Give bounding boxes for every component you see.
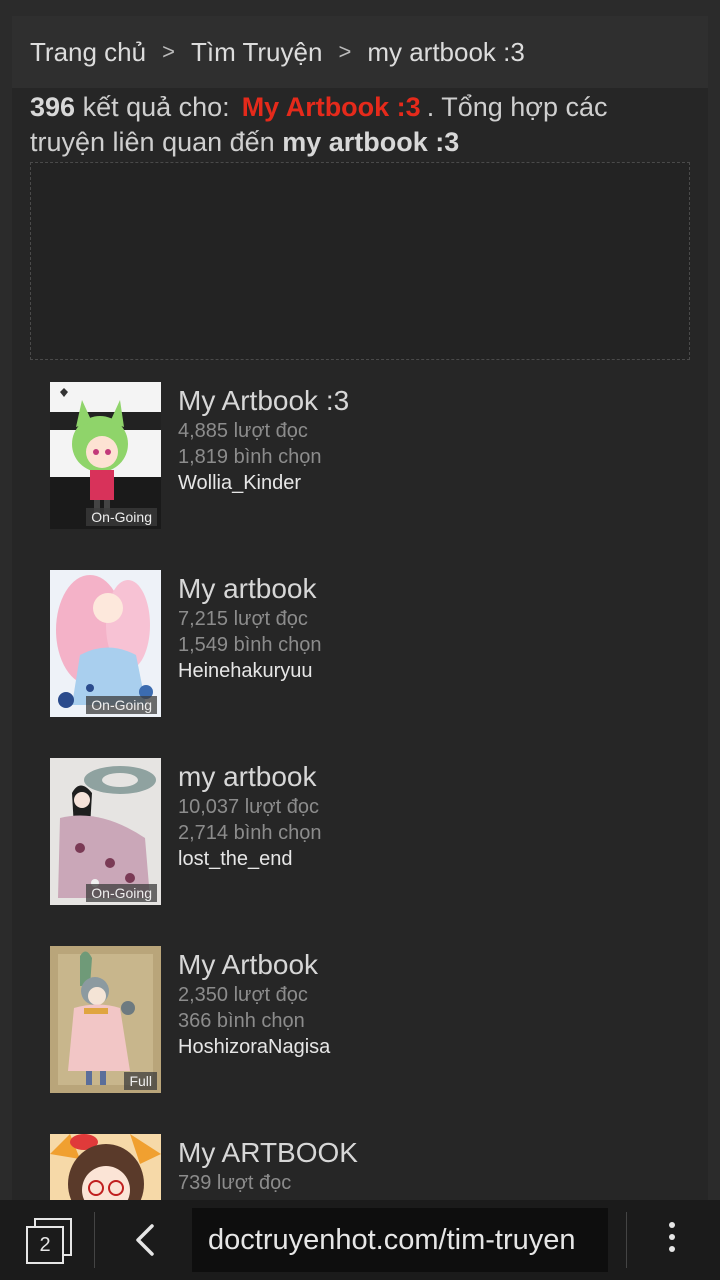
breadcrumb-separator: > (338, 39, 352, 64)
story-author[interactable]: Wollia_Kinder (178, 470, 349, 496)
story-author[interactable]: HoshizoraNagisa (178, 1034, 330, 1060)
more-vert-icon[interactable] (660, 1222, 684, 1258)
browser-toolbar: 2 doctruyenhot.com/tim-truyen (0, 1200, 720, 1280)
story-info: My Artbook 2,350 lượt đọc 366 bình chọn … (178, 946, 330, 1134)
story-cover[interactable]: On-Going (50, 570, 161, 717)
status-badge: On-Going (86, 508, 157, 526)
story-title[interactable]: my artbook (178, 760, 321, 794)
tabs-button[interactable]: 2 (26, 1218, 72, 1264)
story-title[interactable]: My Artbook :3 (178, 384, 349, 418)
story-author[interactable]: lost_the_end (178, 846, 321, 872)
chevron-left-icon (136, 1224, 154, 1256)
back-button[interactable] (128, 1220, 164, 1260)
cover-image (50, 570, 161, 717)
breadcrumb-home[interactable]: Trang chủ (30, 37, 146, 68)
story-cover[interactable]: On-Going (50, 382, 161, 529)
toolbar-divider (626, 1212, 627, 1268)
toolbar-divider (94, 1212, 95, 1268)
story-list: On-Going My Artbook :3 4,885 lượt đọc 1,… (12, 382, 708, 1216)
story-reads: 10,037 lượt đọc (178, 796, 320, 818)
breadcrumb: Trang chủ > Tìm Truyện > my artbook :3 (12, 16, 708, 88)
story-item[interactable]: On-Going My Artbook :3 4,885 lượt đọc 1,… (50, 382, 708, 570)
story-author[interactable]: Heinehakuryuu (178, 658, 321, 684)
status-badge: On-Going (86, 884, 157, 902)
tab-count: 2 (26, 1226, 64, 1264)
result-for-text: kết quả cho: (82, 92, 230, 122)
ad-placeholder (30, 162, 690, 360)
story-info: my artbook 10,037 lượt đọc 2,714 bình ch… (178, 758, 321, 946)
story-title[interactable]: My ARTBOOK (178, 1136, 358, 1170)
story-title[interactable]: My artbook (178, 572, 321, 606)
content-panel: Trang chủ > Tìm Truyện > my artbook :3 3… (12, 16, 708, 1216)
status-badge: Full (124, 1072, 157, 1090)
story-item[interactable]: On-Going My artbook 7,215 lượt đọc 1,549… (50, 570, 708, 758)
story-cover[interactable]: On-Going (50, 758, 161, 905)
story-info: My artbook 7,215 lượt đọc 1,549 bình chọ… (178, 570, 321, 758)
story-info: My Artbook :3 4,885 lượt đọc 1,819 bình … (178, 382, 349, 570)
cover-image (50, 382, 161, 529)
search-keyword-bold: my artbook :3 (282, 127, 460, 157)
breadcrumb-search[interactable]: Tìm Truyện (191, 37, 322, 68)
breadcrumb-current: my artbook :3 (367, 36, 525, 67)
story-item[interactable]: On-Going my artbook 10,037 lượt đọc 2,71… (50, 758, 708, 946)
story-cover[interactable]: Full (50, 946, 161, 1093)
cover-image (50, 758, 161, 905)
story-reads: 739 lượt đọc (178, 1172, 292, 1194)
story-votes: 2,714 bình chọn (178, 822, 322, 844)
story-title[interactable]: My Artbook (178, 948, 330, 982)
result-summary: 396 kết quả cho: My Artbook :3. Tổng hợp … (12, 90, 708, 160)
story-votes: 1,819 bình chọn (178, 446, 322, 468)
story-item[interactable]: Full My Artbook 2,350 lượt đọc 366 bình … (50, 946, 708, 1134)
status-badge: On-Going (86, 696, 157, 714)
story-reads: 7,215 lượt đọc (178, 608, 308, 630)
breadcrumb-separator: > (162, 39, 175, 64)
story-votes: 1,549 bình chọn (178, 634, 322, 656)
result-count: 396 (30, 92, 76, 122)
cover-image (50, 946, 161, 1093)
story-reads: 4,885 lượt đọc (178, 420, 308, 442)
story-votes: 366 bình chọn (178, 1010, 305, 1032)
story-reads: 2,350 lượt đọc (178, 984, 308, 1006)
search-keyword: My Artbook :3 (241, 92, 421, 122)
url-bar[interactable]: doctruyenhot.com/tim-truyen (192, 1208, 608, 1272)
